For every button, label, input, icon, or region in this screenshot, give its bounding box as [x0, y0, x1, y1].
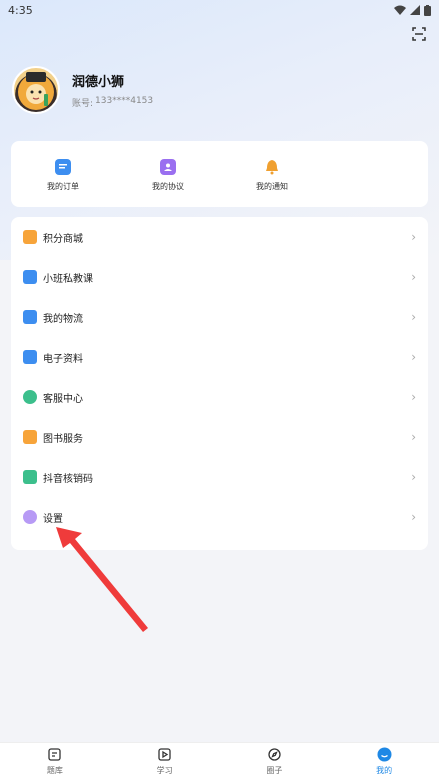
- nav-label: 学习: [156, 766, 173, 775]
- chevron-right-icon: ›: [411, 350, 416, 364]
- nav-tab-question-bank[interactable]: 题库: [0, 743, 110, 780]
- wifi-icon: [394, 5, 406, 15]
- menu-item-logistics[interactable]: 我的物流 ›: [11, 297, 428, 337]
- e-material-icon: [23, 350, 37, 364]
- nav-tab-mine[interactable]: 我的: [329, 743, 439, 780]
- chevron-right-icon: ›: [411, 390, 416, 404]
- menu-item-label: 设置: [43, 513, 63, 525]
- chevron-right-icon: ›: [411, 310, 416, 324]
- account-value: 133****4153: [95, 96, 154, 106]
- nav-label: 题库: [46, 766, 63, 775]
- book-service-icon: [23, 430, 37, 444]
- compass-icon: [267, 747, 282, 762]
- private-class-icon: [23, 270, 37, 284]
- profile-header[interactable]: 润德小狮 账号: 133****4153: [12, 66, 153, 114]
- account-number: 账号: 133****4153: [72, 96, 153, 109]
- order-icon: [55, 159, 71, 175]
- menu-item-douyin-code[interactable]: 抖音核销码 ›: [11, 457, 428, 497]
- menu-item-points-mall[interactable]: 积分商城 ›: [11, 217, 428, 257]
- logistics-icon: [23, 310, 37, 324]
- customer-service-icon: [23, 390, 37, 404]
- chevron-right-icon: ›: [411, 230, 416, 244]
- status-icons: [394, 4, 431, 16]
- avatar[interactable]: [12, 66, 60, 114]
- quick-action-agreements[interactable]: 我的协议: [138, 159, 198, 192]
- menu-item-label: 我的物流: [43, 313, 83, 325]
- quick-action-notifications[interactable]: 我的通知: [242, 159, 302, 192]
- bell-icon: [264, 159, 280, 175]
- menu-item-customer-service[interactable]: 客服中心 ›: [11, 377, 428, 417]
- menu-item-label: 小班私教课: [43, 273, 93, 285]
- quick-action-label: 我的订单: [47, 182, 79, 191]
- quick-action-label: 我的通知: [256, 182, 288, 191]
- chevron-right-icon: ›: [411, 430, 416, 444]
- nav-tab-study[interactable]: 学习: [110, 743, 220, 780]
- quick-action-orders[interactable]: 我的订单: [33, 159, 93, 192]
- menu-item-label: 积分商城: [43, 233, 83, 245]
- points-mall-icon: [23, 230, 37, 244]
- settings-icon: [23, 510, 37, 524]
- menu-item-book-service[interactable]: 图书服务 ›: [11, 417, 428, 457]
- profile-icon: [377, 747, 392, 762]
- menu-list-card: 积分商城 › 小班私教课 › 我的物流 › 电子资料 › 客服中心 › 图书服务…: [11, 217, 428, 550]
- chevron-right-icon: ›: [411, 270, 416, 284]
- menu-item-label: 图书服务: [43, 433, 83, 445]
- nav-label: 圈子: [266, 766, 283, 775]
- bottom-nav: 题库 学习 圈子 我的: [0, 742, 439, 780]
- scan-icon: [412, 27, 426, 41]
- battery-icon: [424, 4, 431, 16]
- quick-action-label: 我的协议: [152, 182, 184, 191]
- status-time: 4:35: [8, 3, 33, 17]
- nav-tab-circle[interactable]: 圈子: [220, 743, 330, 780]
- question-bank-icon: [47, 747, 62, 762]
- scan-button[interactable]: [409, 24, 429, 44]
- signal-icon: [410, 5, 420, 15]
- menu-item-label: 电子资料: [43, 353, 83, 365]
- menu-item-e-materials[interactable]: 电子资料 ›: [11, 337, 428, 377]
- lion-mascot-icon: [18, 72, 54, 110]
- study-play-icon: [157, 747, 172, 762]
- nav-label: 我的: [376, 766, 393, 775]
- status-bar: 4:35: [0, 0, 439, 20]
- menu-item-private-class[interactable]: 小班私教课 ›: [11, 257, 428, 297]
- chevron-right-icon: ›: [411, 470, 416, 484]
- menu-item-label: 客服中心: [43, 393, 83, 405]
- menu-item-label: 抖音核销码: [43, 473, 93, 485]
- douyin-code-icon: [23, 470, 37, 484]
- chevron-right-icon: ›: [411, 510, 416, 524]
- user-name: 润德小狮: [72, 75, 125, 90]
- menu-item-settings[interactable]: 设置 ›: [11, 497, 428, 537]
- account-label: 账号:: [72, 99, 94, 109]
- agreement-icon: [160, 159, 176, 175]
- quick-actions-card: 我的订单 我的协议 我的通知: [11, 141, 428, 207]
